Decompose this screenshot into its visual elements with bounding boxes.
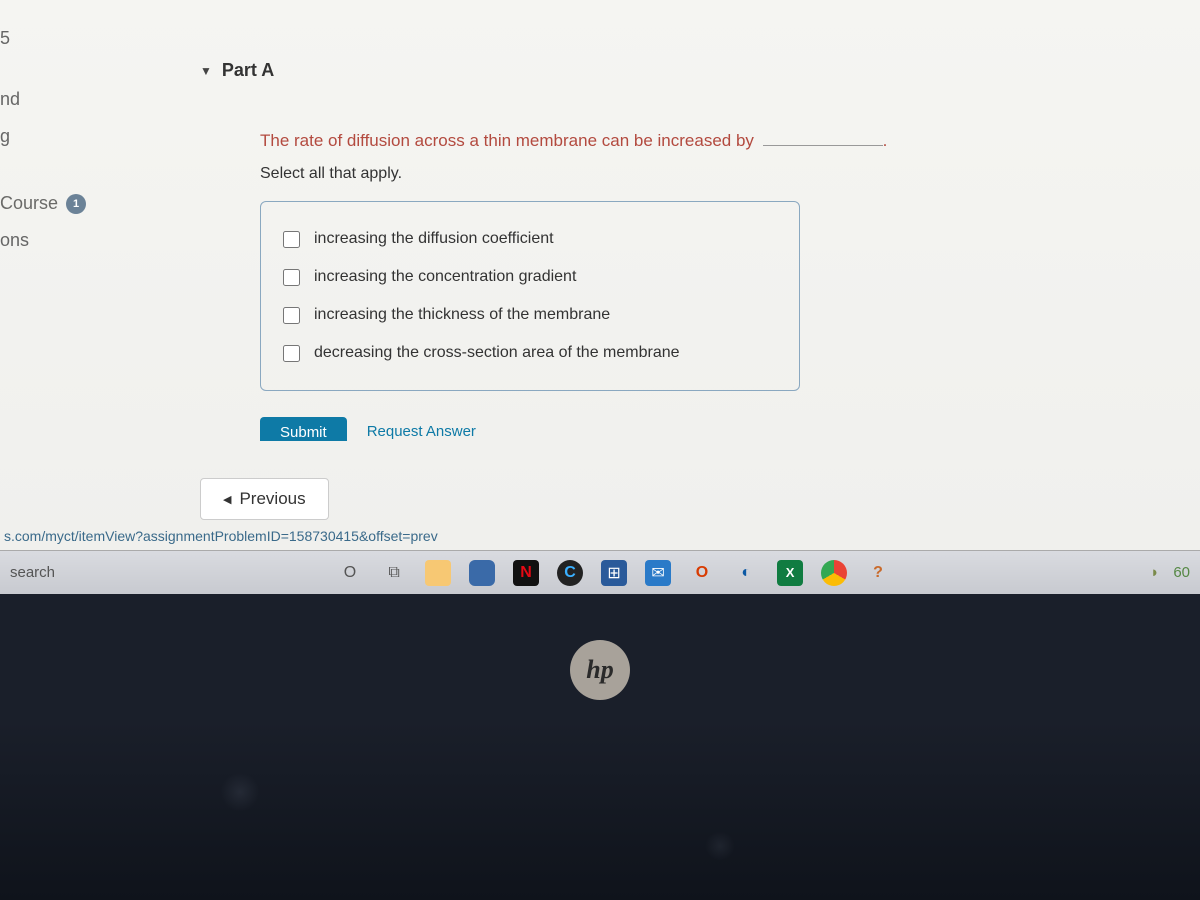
options-group: increasing the diffusion coefficient inc… (260, 201, 800, 391)
store-icon[interactable]: ⊞ (601, 560, 627, 586)
taskbar-icons: O ⧉ N C ⊞ ✉ O ◐ X ? (337, 560, 891, 586)
chevron-left-icon: ◀ (223, 493, 231, 506)
previous-label: Previous (239, 489, 305, 509)
task-view-icon[interactable]: ⧉ (381, 560, 407, 586)
sidebar-item[interactable]: g (0, 118, 150, 155)
option-row[interactable]: increasing the concentration gradient (283, 258, 777, 296)
sidebar-item[interactable]: 5 (0, 20, 150, 57)
taskbar-dup: search O ⧉ N C ⊞ ✉ O ◐ X ? ◗ 60 (0, 550, 1200, 594)
request-answer-link[interactable]: Request Answer (367, 423, 476, 440)
question-block: The rate of diffusion across a thin memb… (200, 131, 1200, 441)
clock-partial[interactable]: 60 (1173, 564, 1190, 581)
footer-nav: ◀ Previous (200, 478, 329, 520)
submit-button[interactable]: Submit (260, 417, 347, 441)
sidebar-item[interactable]: nd (0, 81, 150, 118)
option-label: increasing the diffusion coefficient (314, 230, 554, 248)
app-icon[interactable]: C (557, 560, 583, 586)
edge-icon[interactable]: ◐ (733, 560, 759, 586)
office-icon[interactable]: O (689, 560, 715, 586)
main-content: ▼ Part A The rate of diffusion across a … (200, 0, 1200, 441)
option-row[interactable]: increasing the diffusion coefficient (283, 220, 777, 258)
taskbar-search[interactable]: search (6, 564, 65, 581)
option-checkbox[interactable] (283, 231, 300, 248)
question-prompt: The rate of diffusion across a thin memb… (260, 131, 1200, 151)
option-checkbox[interactable] (283, 345, 300, 362)
previous-button[interactable]: ◀ Previous (200, 478, 329, 520)
taskbar-right: ◗ 60 (1150, 564, 1194, 581)
option-checkbox[interactable] (283, 269, 300, 286)
help-icon[interactable]: ? (865, 560, 891, 586)
option-label: increasing the thickness of the membrane (314, 306, 610, 324)
camera-icon[interactable] (469, 560, 495, 586)
battery-icon[interactable]: ◗ (1150, 564, 1159, 581)
chrome-icon[interactable] (821, 560, 847, 586)
part-header[interactable]: ▼ Part A (200, 60, 1200, 81)
notification-badge: 1 (66, 194, 86, 214)
sidebar-item-course[interactable]: Course 1 (0, 185, 150, 222)
chevron-down-icon: ▼ (200, 64, 212, 78)
part-title: Part A (222, 60, 274, 81)
option-checkbox[interactable] (283, 307, 300, 324)
option-label: increasing the concentration gradient (314, 268, 576, 286)
sidebar-item[interactable]: ons (0, 222, 150, 259)
mail-icon[interactable]: ✉ (645, 560, 671, 586)
sidebar: 5 nd g Course 1 ons (0, 0, 150, 520)
file-explorer-icon[interactable] (425, 560, 451, 586)
bezel-texture (0, 720, 1200, 900)
netflix-icon[interactable]: N (513, 560, 539, 586)
status-url: s.com/myct/itemView?assignmentProblemID=… (0, 526, 442, 546)
hp-logo: hp (570, 640, 630, 700)
option-label: decreasing the cross-section area of the… (314, 344, 680, 362)
page-content: 5 nd g Course 1 ons ▼ Part A The rate of… (0, 0, 1200, 550)
question-instruction: Select all that apply. (260, 165, 1200, 183)
cortana-icon[interactable]: O (337, 560, 363, 586)
question-prompt-text: The rate of diffusion across a thin memb… (260, 131, 754, 150)
excel-icon[interactable]: X (777, 560, 803, 586)
answer-blank (763, 145, 883, 146)
action-row: Submit Request Answer (260, 417, 1200, 441)
option-row[interactable]: increasing the thickness of the membrane (283, 296, 777, 334)
sidebar-course-label: Course (0, 193, 58, 214)
option-row[interactable]: decreasing the cross-section area of the… (283, 334, 777, 372)
